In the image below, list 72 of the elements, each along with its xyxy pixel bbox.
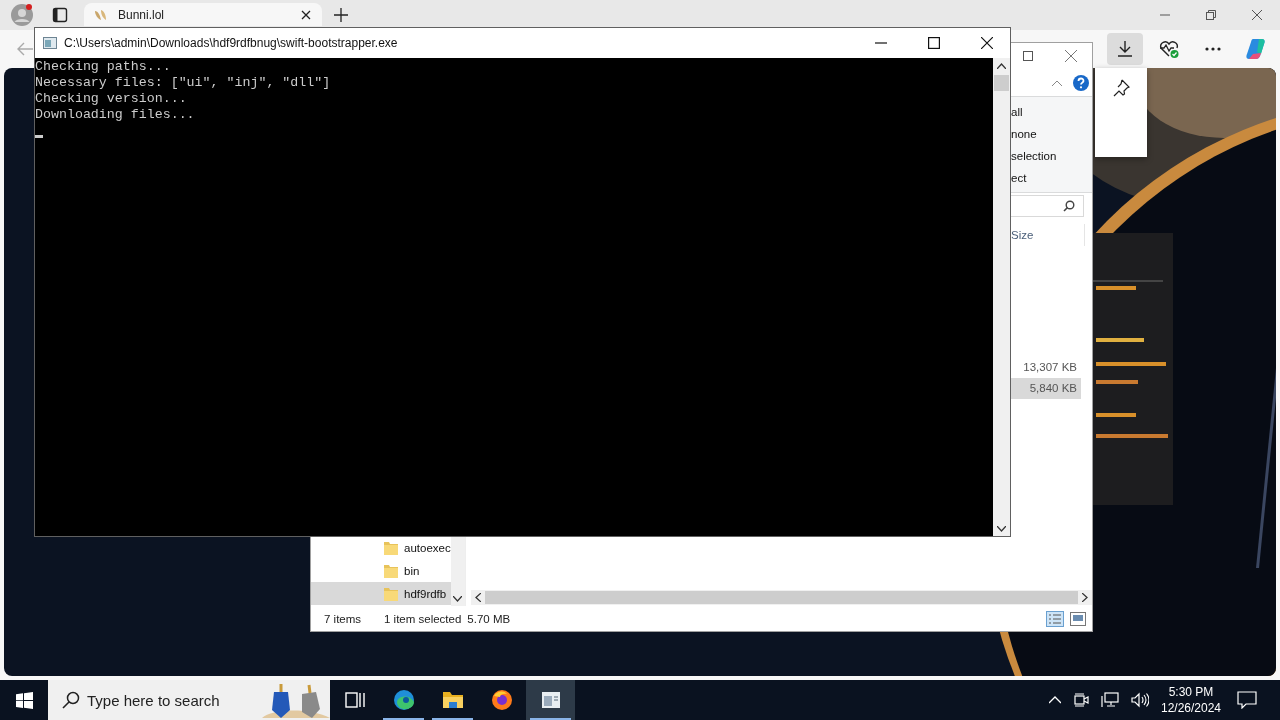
caret-down-icon[interactable]	[453, 596, 463, 602]
close-icon	[981, 37, 993, 49]
heart-pulse-icon	[1158, 39, 1180, 59]
folder-name: autoexec	[404, 541, 451, 554]
help-icon	[1073, 74, 1089, 91]
browser-tab[interactable]: Bunni.lol	[84, 3, 322, 26]
windows-logo-icon	[15, 691, 33, 709]
ribbon-command[interactable]: all	[1011, 101, 1068, 123]
console-icon	[540, 690, 561, 710]
scroll-thumb[interactable]	[994, 75, 1009, 91]
selection-info: 1 item selected	[384, 612, 462, 625]
file-size-cell[interactable]: 5,840 KB	[1009, 378, 1081, 399]
folder-name: bin	[404, 564, 420, 577]
caret-right-icon[interactable]	[1082, 593, 1088, 602]
caret-down-icon[interactable]	[997, 526, 1006, 532]
taskbar-app-button[interactable]	[526, 680, 575, 720]
edge-icon	[393, 690, 414, 710]
console-line: Downloading files...	[35, 107, 196, 123]
more-icon	[1205, 47, 1221, 51]
folder-icon	[384, 586, 398, 601]
camera-icon[interactable]	[1073, 692, 1089, 708]
downloads-button[interactable]	[1107, 33, 1143, 65]
file-size-cell[interactable]: 13,307 KB	[1009, 357, 1081, 378]
folder-name: hdf9rdfb	[404, 587, 447, 600]
folder-icon	[384, 563, 398, 578]
ribbon-command[interactable]: selection	[1011, 145, 1068, 167]
console-line: Checking paths...	[35, 59, 172, 75]
tab-title: Bunni.lol	[118, 7, 166, 22]
maximize-icon	[1023, 51, 1033, 61]
tiles-view-icon[interactable]	[1070, 611, 1086, 626]
item-count: 7 items	[324, 612, 363, 625]
scroll-thumb[interactable]	[485, 591, 1078, 604]
scrollbar[interactable]	[450, 536, 465, 606]
close-icon	[1065, 50, 1077, 62]
scrollbar[interactable]	[471, 590, 1092, 605]
search-field[interactable]: Type here to search	[48, 680, 330, 720]
restore-icon	[1206, 10, 1216, 20]
close-icon	[1252, 10, 1262, 20]
dreidel-drawing	[262, 684, 330, 718]
console-line: Necessary files: ["ui", "inj", "dll"]	[35, 75, 332, 91]
folder-item[interactable]: autoexec	[311, 536, 451, 559]
ribbon-command[interactable]: ect	[1011, 167, 1068, 189]
x-icon	[301, 9, 311, 20]
download-icon	[1116, 40, 1134, 58]
help-button[interactable]	[1072, 73, 1090, 92]
folder-icon	[442, 690, 463, 710]
search-icon	[1063, 200, 1075, 212]
task-view-icon	[344, 690, 365, 710]
person-icon	[11, 4, 33, 26]
chevron-up-icon[interactable]	[1049, 696, 1061, 704]
caret-up-icon[interactable]	[997, 63, 1006, 69]
volume-icon[interactable]	[1131, 692, 1149, 708]
plus-icon	[334, 8, 348, 22]
pin-icon	[1112, 79, 1130, 97]
selection-size: 5.70 MB	[467, 612, 511, 625]
details-view-icon[interactable]	[1046, 610, 1064, 627]
folder-item[interactable]: bin	[311, 559, 451, 582]
maximize-icon	[928, 37, 940, 49]
folder-item[interactable]: hdf9rdfb	[311, 582, 451, 605]
firefox-icon	[491, 690, 512, 710]
network-icon[interactable]	[1101, 692, 1119, 708]
console-line: Checking version...	[35, 91, 188, 107]
scrollbar[interactable]	[993, 58, 1010, 536]
search-icon	[62, 691, 80, 709]
ribbon-command[interactable]: none	[1011, 123, 1068, 145]
clock-button[interactable]: 5:30 PM 12/26/2024	[1159, 680, 1223, 720]
caret-left-icon[interactable]	[475, 593, 481, 602]
tabs-icon	[52, 7, 68, 23]
window-title: C:\Users\admin\Downloads\hdf9rdfbnug\swift-bootstrapper.exe	[64, 36, 398, 50]
folder-icon	[384, 540, 398, 555]
console-icon	[43, 37, 57, 49]
notification-icon[interactable]	[1237, 691, 1257, 709]
